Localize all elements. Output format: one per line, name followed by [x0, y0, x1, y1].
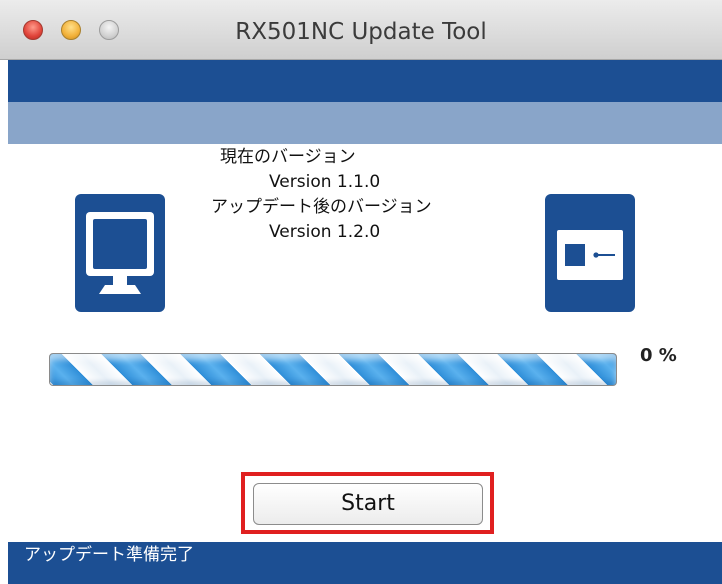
current-version-value: Version 1.1.0 [269, 172, 381, 192]
updated-version-label: アップデート後のバージョン [211, 197, 432, 217]
device-icon [557, 230, 623, 280]
app-window: RX501NC Update Tool 現在のバージョン Version 1.1… [0, 0, 722, 584]
progress-percent: 0 % [640, 345, 677, 366]
update-progress-bar [49, 353, 617, 386]
subheader-band [8, 102, 722, 144]
start-button[interactable]: Start [253, 483, 483, 525]
title-bar: RX501NC Update Tool [0, 0, 722, 60]
window-title: RX501NC Update Tool [235, 19, 487, 45]
header-band [8, 60, 722, 102]
device-icon-tile [545, 194, 635, 312]
computer-icon-tile [75, 194, 165, 312]
monitor-icon [86, 212, 154, 294]
updated-version-value: Version 1.2.0 [269, 222, 381, 242]
status-text: アップデート準備完了 [24, 545, 194, 565]
version-info: 現在のバージョン Version 1.1.0 アップデート後のバージョン Ver… [170, 145, 540, 245]
current-version-label: 現在のバージョン [220, 147, 356, 167]
